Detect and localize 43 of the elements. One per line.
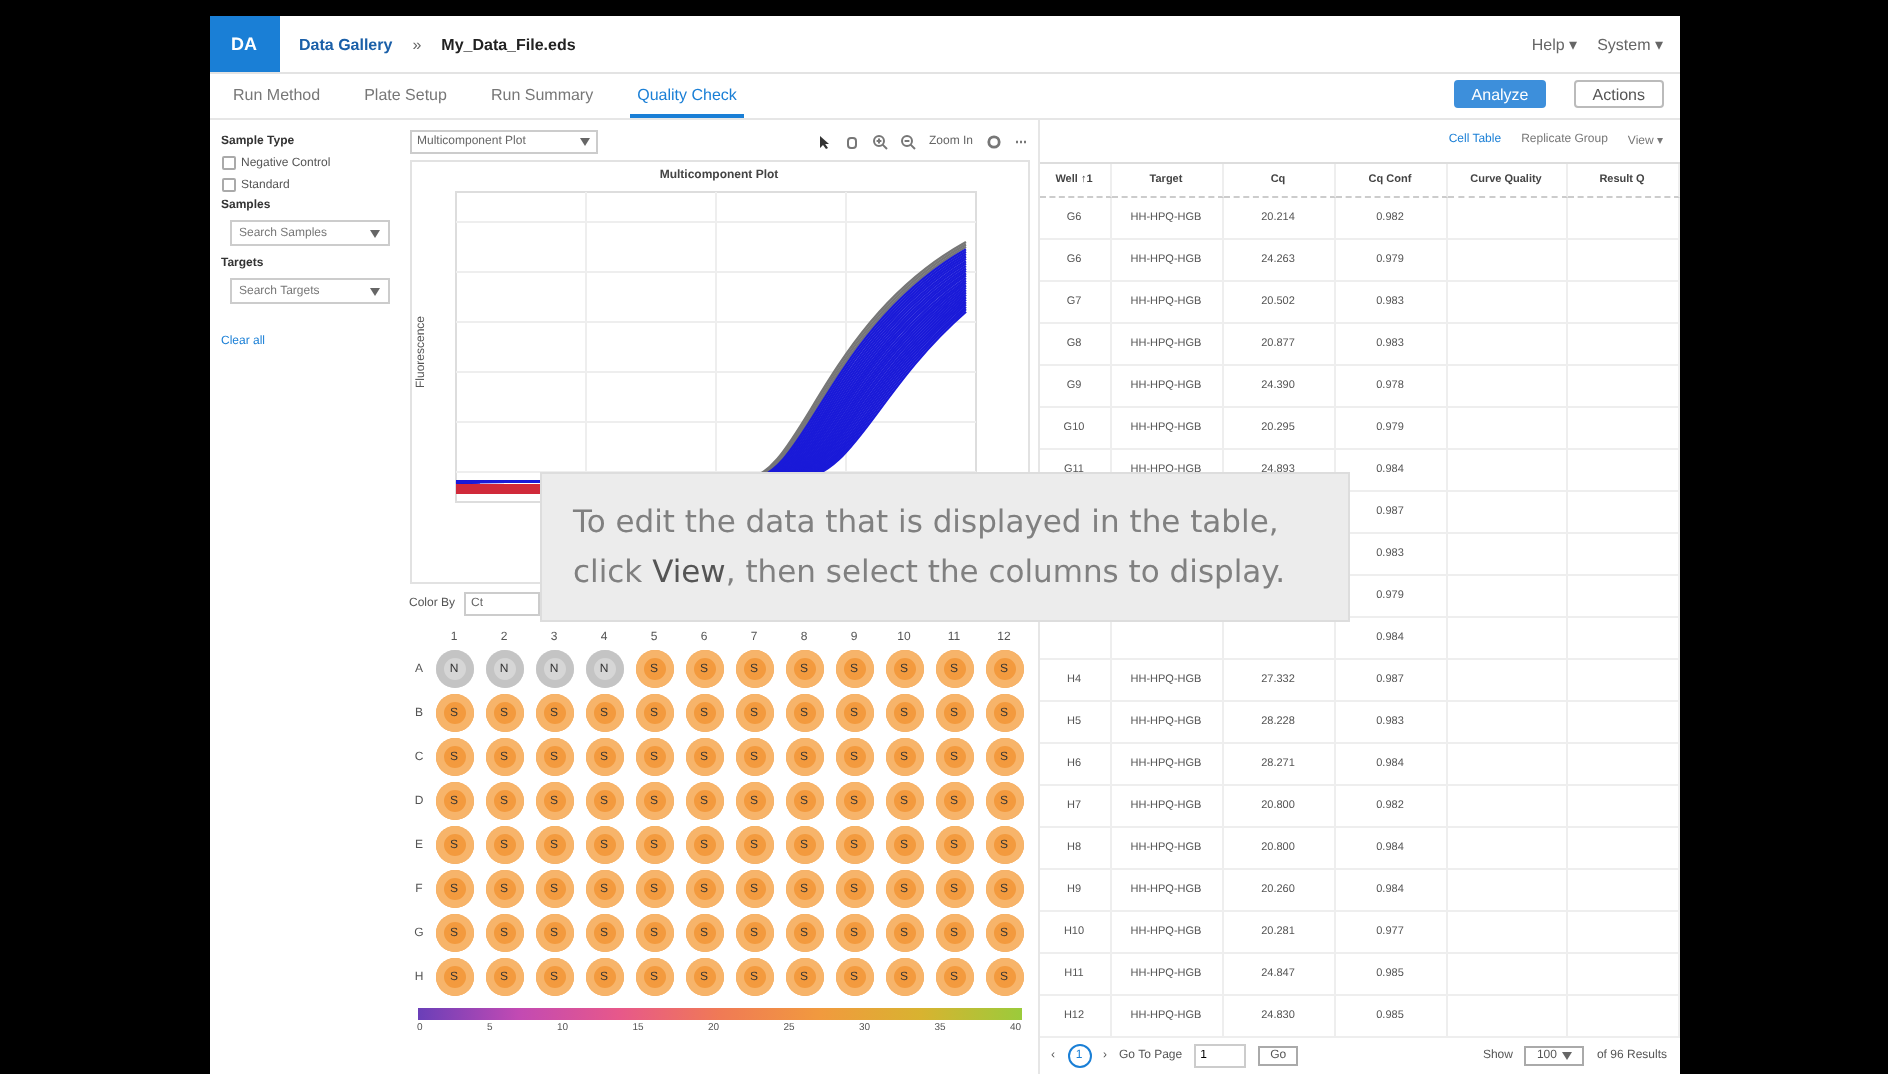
tab[interactable]: Run Summary: [482, 86, 602, 118]
table-cell: [1567, 491, 1679, 534]
caret-icon: [579, 138, 589, 146]
caret-icon: [369, 229, 379, 237]
system-menu[interactable]: System ▾: [1597, 35, 1663, 53]
table-cell: [1567, 995, 1679, 1038]
table-cell: [1567, 869, 1679, 912]
tip-text: To edit the data that is displayed in the table, click View, then select the columns to display.: [573, 501, 1288, 593]
table-cell: [1567, 197, 1679, 240]
table-cell: [1567, 785, 1679, 828]
zoom-out-icon[interactable]: [900, 134, 917, 150]
table-cell: [1567, 533, 1679, 576]
app-logo: DA: [209, 16, 279, 72]
pointer-icon[interactable]: [816, 134, 833, 150]
table-cell: [1567, 827, 1679, 870]
table-cell: [1567, 617, 1679, 660]
caret-icon: [1562, 1051, 1573, 1060]
table-cell: [1567, 365, 1679, 408]
table-cell: [1567, 323, 1679, 366]
analyze-button[interactable]: Analyze: [1453, 80, 1547, 108]
table-cell: [1567, 449, 1679, 492]
table-cell: [1567, 407, 1679, 450]
breadcrumb-link[interactable]: Data Gallery: [299, 35, 393, 53]
table-cell: [1567, 911, 1679, 954]
help-menu[interactable]: Help ▾: [1531, 35, 1578, 53]
tab[interactable]: Plate Setup: [356, 86, 455, 118]
tab[interactable]: Run Method: [225, 86, 329, 118]
table-cell: [1567, 953, 1679, 996]
table-cell: [1567, 239, 1679, 282]
caret-icon: [369, 287, 379, 295]
table-cell: [1567, 575, 1679, 618]
table-cell: [1447, 197, 1567, 240]
checkbox[interactable]: [221, 178, 235, 192]
table-cell: [1567, 659, 1679, 702]
zoom-in-icon[interactable]: [872, 134, 889, 150]
checkbox[interactable]: [221, 156, 235, 170]
table-cell: [1567, 701, 1679, 744]
actions-button[interactable]: Actions: [1574, 80, 1663, 108]
table-cell: [1567, 281, 1679, 324]
table-cell: [1567, 743, 1679, 786]
tab[interactable]: Quality Check: [629, 86, 745, 118]
breadcrumb-separator: »: [412, 35, 422, 53]
file-name: My_Data_File.eds: [441, 35, 578, 53]
